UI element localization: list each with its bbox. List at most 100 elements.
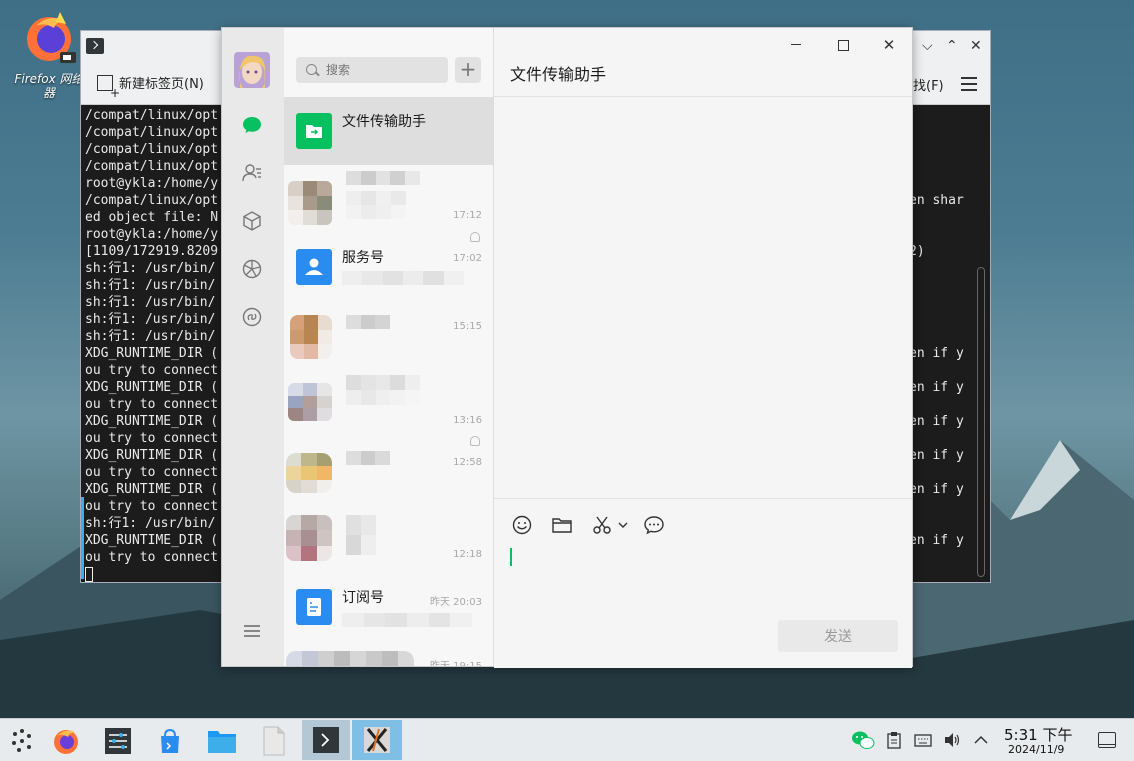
search-icon: [306, 64, 317, 75]
chat-item[interactable]: 12:18: [284, 505, 493, 573]
chat-icon[interactable]: [241, 114, 263, 136]
blurred-name: [346, 315, 390, 329]
keyboard-icon[interactable]: [914, 731, 932, 749]
menu-icon[interactable]: [961, 77, 977, 91]
contacts-icon[interactable]: [241, 162, 263, 184]
chat-time: 13:16: [453, 415, 482, 426]
blurred-name: [346, 515, 376, 555]
taskbar-firefox[interactable]: [48, 723, 84, 759]
show-desktop-icon[interactable]: [1098, 732, 1116, 748]
wechat-tray-icon[interactable]: [851, 729, 875, 751]
chat-time: 昨天 19:15: [430, 657, 482, 666]
chat-item[interactable]: 12:58: [284, 437, 493, 505]
send-button[interactable]: 发送: [778, 620, 898, 652]
terminal-accent-bar: [81, 497, 84, 579]
chevron-up-icon[interactable]: ⌃: [946, 38, 958, 54]
terminal-line-tail: [909, 141, 989, 158]
find-button[interactable]: 找(F): [913, 75, 944, 94]
chat-history-icon[interactable]: [643, 514, 665, 536]
chat-item[interactable]: 17:12: [284, 165, 493, 242]
launcher-icon: [12, 729, 31, 752]
mini-programs-icon[interactable]: [241, 306, 263, 328]
subscription-icon: [296, 589, 332, 625]
chevron-up-icon[interactable]: [972, 731, 990, 749]
file-transfer-icon: [296, 113, 332, 149]
new-tab-label: 新建标签页(N): [119, 77, 204, 92]
settings-sliders-icon: [105, 728, 131, 754]
blurred-avatar: [288, 181, 332, 225]
chat-title: 文件传输助手: [510, 65, 607, 84]
settings-menu-icon[interactable]: [241, 620, 263, 642]
taskbar: 5:31 下午 2024/11/9: [0, 718, 1134, 761]
volume-icon[interactable]: [943, 731, 961, 749]
taskbar-document[interactable]: [256, 723, 292, 759]
search-input[interactable]: [296, 57, 448, 83]
avatar-image: [234, 52, 270, 88]
chat-item[interactable]: 13:16: [284, 369, 493, 446]
favorites-cube-icon[interactable]: [241, 210, 263, 232]
terminal-cursor: [85, 567, 93, 582]
new-tab-button[interactable]: 新建标签页(N): [97, 73, 204, 100]
blurred-preview: [346, 191, 406, 219]
chat-item[interactable]: 15:15: [284, 301, 493, 369]
document-icon: [263, 726, 285, 756]
clock-time[interactable]: 5:31 下午: [1004, 724, 1072, 745]
close-icon[interactable]: ✕: [881, 37, 897, 53]
taskbar-terminal[interactable]: [302, 720, 350, 760]
new-tab-icon: [97, 74, 120, 100]
blurred-name: [346, 171, 420, 185]
moments-icon[interactable]: [241, 258, 263, 280]
folder-icon: [208, 731, 236, 753]
maximize-icon[interactable]: [835, 37, 851, 53]
terminal-line-tail: [909, 107, 989, 124]
chat-time: 昨天 20:03: [430, 597, 482, 608]
app-launcher-button[interactable]: [4, 723, 40, 759]
chat-item-subscriptions[interactable]: 订阅号 昨天 20:03: [284, 573, 493, 641]
blurred-name: [346, 451, 390, 465]
clock-date[interactable]: 2024/11/9: [1008, 743, 1064, 756]
taskbar-file-manager[interactable]: [204, 723, 240, 759]
blurred-preview: [342, 613, 472, 627]
firefox-icon: [27, 12, 76, 63]
chat-list-panel: + 文件传输助手 17:12: [284, 28, 494, 666]
x-window-icon: [364, 727, 390, 753]
clipboard-icon[interactable]: [885, 731, 903, 749]
chevron-down-icon[interactable]: ⌵: [922, 38, 933, 54]
divider: [494, 96, 912, 97]
terminal-app-icon: [86, 38, 104, 54]
screenshot-scissors-icon[interactable]: [591, 514, 613, 536]
chat-name: 服务号: [342, 250, 384, 266]
minimize-icon[interactable]: [788, 37, 804, 53]
add-chat-button[interactable]: +: [455, 57, 481, 83]
chevron-down-icon[interactable]: [617, 514, 629, 536]
blurred-avatar: [286, 453, 332, 493]
chat-item[interactable]: 昨天 19:15: [284, 641, 493, 666]
terminal-line-tail: [909, 226, 989, 243]
terminal-icon: [313, 727, 339, 753]
folder-icon[interactable]: [551, 514, 573, 536]
chat-item-service-accounts[interactable]: 服务号 17:02: [284, 233, 493, 301]
terminal-line-tail: [909, 209, 989, 226]
emoji-icon[interactable]: [511, 514, 533, 536]
blurred-avatar: [288, 383, 332, 421]
taskbar-system-settings[interactable]: [100, 723, 136, 759]
chat-time: 15:15: [453, 321, 482, 332]
avatar[interactable]: [234, 52, 270, 88]
terminal-line-tail: [909, 124, 989, 141]
chat-time: 17:12: [453, 210, 482, 221]
taskbar-x-app[interactable]: [352, 720, 402, 760]
chat-time: 17:02: [453, 253, 482, 264]
taskbar-software-store[interactable]: [152, 723, 188, 759]
wechat-window[interactable]: + 文件传输助手 17:12: [221, 27, 913, 668]
chat-item-file-transfer[interactable]: 文件传输助手: [284, 97, 493, 165]
firefox-icon: [54, 730, 78, 754]
terminal-line-tail: [909, 158, 989, 175]
close-icon[interactable]: ✕: [970, 38, 982, 54]
wechat-nav-bar: [222, 28, 284, 666]
message-input-area[interactable]: 发送: [494, 498, 912, 668]
text-cursor: [510, 548, 512, 566]
chat-time: 12:58: [453, 457, 482, 468]
chat-main-panel: ✕ 文件传输助手 发送: [494, 28, 912, 668]
terminal-scrollbar[interactable]: [977, 267, 985, 577]
chat-time: 12:18: [453, 549, 482, 560]
